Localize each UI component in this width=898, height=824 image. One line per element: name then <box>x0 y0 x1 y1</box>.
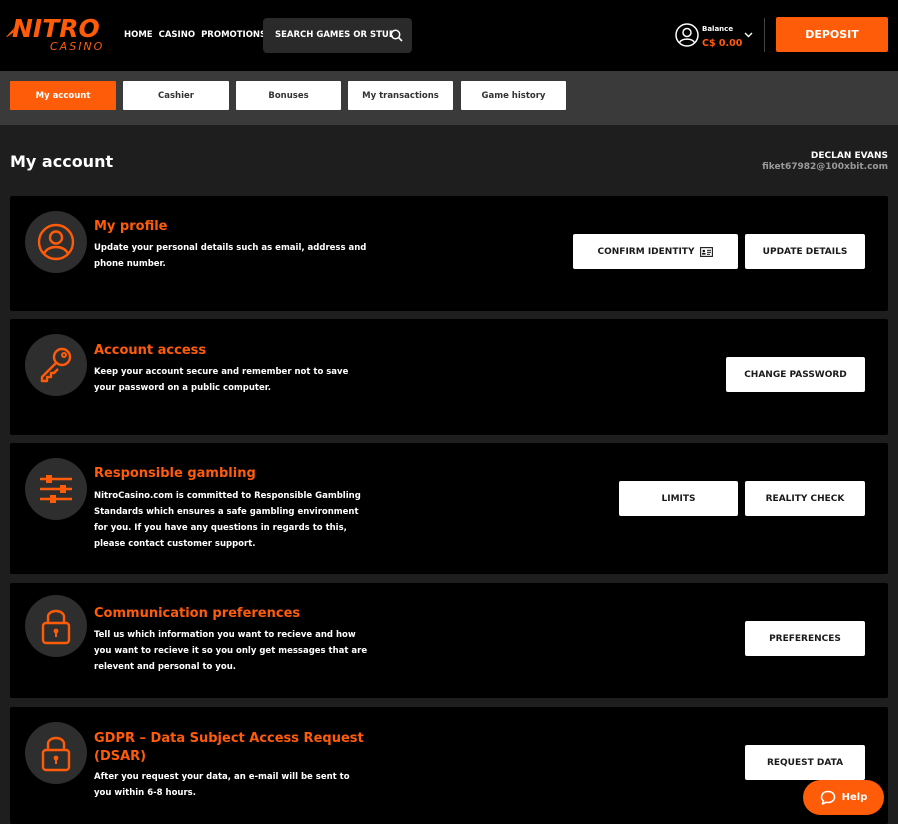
title-line: (DSAR) <box>94 749 147 764</box>
reality-check-button[interactable]: REALITY CHECK <box>745 481 865 516</box>
nav-casino[interactable]: CASINO <box>159 30 195 40</box>
chevron-down-icon[interactable] <box>744 32 753 38</box>
nav-home[interactable]: HOME <box>124 30 153 40</box>
profile-icon-circle <box>25 211 87 273</box>
header-divider <box>764 18 765 52</box>
communication-desc: Tell us which information you want to re… <box>94 627 367 675</box>
brand-logo[interactable]: NITRO CASINO <box>6 14 116 58</box>
tab-game-history[interactable]: Game history <box>461 81 566 110</box>
brand-name: NITRO <box>12 14 100 43</box>
confirm-identity-button[interactable]: CONFIRM IDENTITY <box>573 234 738 269</box>
lock-icon-circle <box>25 595 87 657</box>
main-nav: HOME CASINO PROMOTIONS <box>124 30 266 40</box>
gdpr-lock-icon-circle <box>25 722 87 784</box>
responsible-gambling-title: Responsible gambling <box>94 466 256 481</box>
search-box[interactable]: SEARCH GAMES OR STUDIOS <box>263 18 412 53</box>
desc-line: Standards which ensures a safe gambling … <box>94 507 359 517</box>
desc-line: phone number. <box>94 259 166 269</box>
key-icon <box>40 347 72 383</box>
tab-my-account[interactable]: My account <box>10 81 116 110</box>
title-line: GDPR – Data Subject Access Request <box>94 731 364 746</box>
desc-line: your password on a public computer. <box>94 383 271 393</box>
search-input[interactable]: SEARCH GAMES OR STUDIOS <box>275 30 393 40</box>
desc-line: Tell us which information you want to re… <box>94 630 356 640</box>
lock-icon <box>41 736 71 772</box>
desc-line: NitroCasino.com is committed to Responsi… <box>94 491 361 501</box>
responsible-gambling-desc: NitroCasino.com is committed to Responsi… <box>94 488 361 552</box>
user-icon <box>675 23 699 47</box>
brand-sub: CASINO <box>50 40 105 53</box>
profile-desc: Update your personal details such as ema… <box>94 240 366 272</box>
account-tabs: My account Cashier Bonuses My transactio… <box>0 71 898 125</box>
account-access-title: Account access <box>94 343 207 358</box>
desc-line: for you. If you have any questions in re… <box>94 523 347 533</box>
profile-title: My profile <box>94 219 168 234</box>
balance-label: Balance <box>702 25 734 33</box>
communication-title: Communication preferences <box>94 606 301 621</box>
balance-dropdown[interactable]: Balance C$ 0.00 <box>675 22 760 54</box>
desc-line: you want to recieve it so you only get m… <box>94 646 368 656</box>
sliders-icon-circle <box>25 458 87 520</box>
page-title: My account <box>10 152 114 171</box>
limits-button[interactable]: LIMITS <box>619 481 738 516</box>
key-icon-circle <box>25 334 87 396</box>
preferences-button[interactable]: PREFERENCES <box>745 621 865 656</box>
button-label: CONFIRM IDENTITY <box>597 246 695 257</box>
top-header: NITRO CASINO HOME CASINO PROMOTIONS SEAR… <box>0 0 898 71</box>
help-label: Help <box>841 792 868 803</box>
account-access-desc: Keep your account secure and remember no… <box>94 364 348 396</box>
gdpr-title: GDPR – Data Subject Access Request (DSAR… <box>94 730 364 766</box>
lock-icon <box>41 609 71 645</box>
account-access-card: Account access Keep your account secure … <box>10 319 888 435</box>
responsible-gambling-card: Responsible gambling NitroCasino.com is … <box>10 443 888 574</box>
request-data-button[interactable]: REQUEST DATA <box>745 745 865 780</box>
desc-line: Keep your account secure and remember no… <box>94 367 349 377</box>
user-email: fiket67982@100xbit.com <box>762 162 888 172</box>
profile-card: My profile Update your personal details … <box>10 196 888 311</box>
chat-bubble-icon <box>820 790 835 805</box>
profile-icon <box>37 223 75 261</box>
update-details-button[interactable]: UPDATE DETAILS <box>745 234 865 269</box>
search-icon[interactable] <box>390 29 403 42</box>
desc-line: relevent and personal to you. <box>94 662 236 672</box>
desc-line: After you request your data, an e-mail w… <box>94 772 350 782</box>
desc-line: you within 6-8 hours. <box>94 788 196 798</box>
tab-cashier[interactable]: Cashier <box>123 81 229 110</box>
balance-value: C$ 0.00 <box>702 38 743 49</box>
gdpr-card: GDPR – Data Subject Access Request (DSAR… <box>10 707 888 824</box>
tab-bonuses[interactable]: Bonuses <box>236 81 341 110</box>
desc-line: Update your personal details such as ema… <box>94 243 367 253</box>
id-card-icon <box>700 246 714 257</box>
sliders-icon <box>40 475 72 503</box>
help-button[interactable]: Help <box>803 780 884 815</box>
deposit-button[interactable]: DEPOSIT <box>776 17 888 52</box>
desc-line: please contact customer support. <box>94 539 256 549</box>
change-password-button[interactable]: CHANGE PASSWORD <box>726 357 865 392</box>
tab-my-transactions[interactable]: My transactions <box>348 81 453 110</box>
user-name: DECLAN EVANS <box>810 151 888 161</box>
communication-card: Communication preferences Tell us which … <box>10 583 888 698</box>
nav-promotions[interactable]: PROMOTIONS <box>201 30 266 40</box>
gdpr-desc: After you request your data, an e-mail w… <box>94 769 350 801</box>
